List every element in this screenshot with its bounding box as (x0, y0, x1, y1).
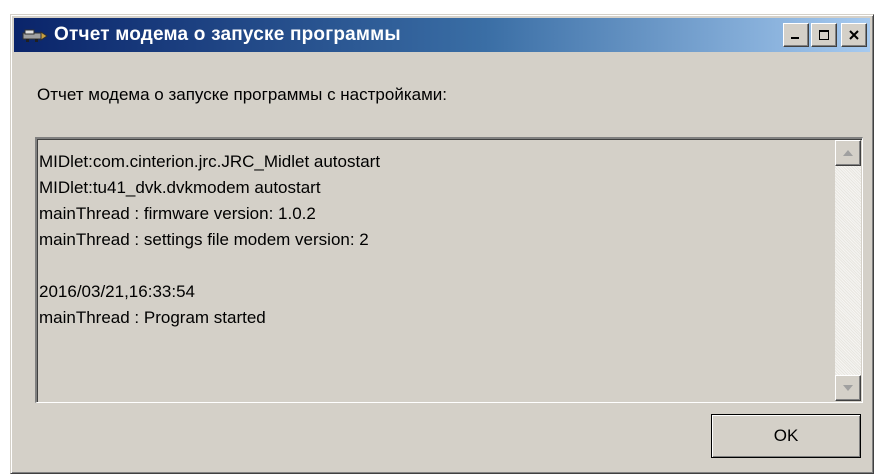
report-line: mainThread : firmware version: 1.0.2 (39, 204, 316, 223)
minimize-button[interactable] (783, 23, 809, 47)
scroll-down-button[interactable] (835, 375, 861, 401)
maximize-icon (819, 30, 829, 40)
window-controls (783, 23, 867, 47)
arrow-down-icon (843, 385, 853, 391)
report-text: MIDlet:com.cinterion.jrc.JRC_Midlet auto… (39, 149, 829, 331)
window-title: Отчет модема о запуске программы (54, 24, 401, 45)
report-prompt-label: Отчет модема о запуске программы с настр… (37, 85, 447, 104)
report-line: MIDlet:tu41_dvk.dvkmodem autostart (39, 178, 321, 197)
maximize-button[interactable] (811, 23, 837, 47)
report-line (39, 253, 829, 279)
arrow-up-icon (843, 150, 853, 156)
report-line: mainThread : Program started (39, 308, 266, 327)
report-line: MIDlet:com.cinterion.jrc.JRC_Midlet auto… (39, 152, 381, 171)
report-line: mainThread : settings file modem version… (39, 230, 369, 249)
app-icon (22, 25, 48, 45)
close-icon (849, 30, 859, 40)
minimize-icon (791, 37, 799, 39)
report-dialog: Отчет модема о запуске программы Отчет м… (10, 14, 874, 474)
close-button[interactable] (841, 23, 867, 47)
ok-button[interactable]: OK (711, 414, 861, 458)
vertical-scrollbar[interactable] (835, 140, 861, 401)
title-bar[interactable]: Отчет модема о запуске программы (14, 18, 870, 52)
report-text-area[interactable]: MIDlet:com.cinterion.jrc.JRC_Midlet auto… (35, 137, 863, 403)
report-line: 2016/03/21,16:33:54 (39, 282, 195, 301)
scroll-up-button[interactable] (835, 140, 861, 166)
